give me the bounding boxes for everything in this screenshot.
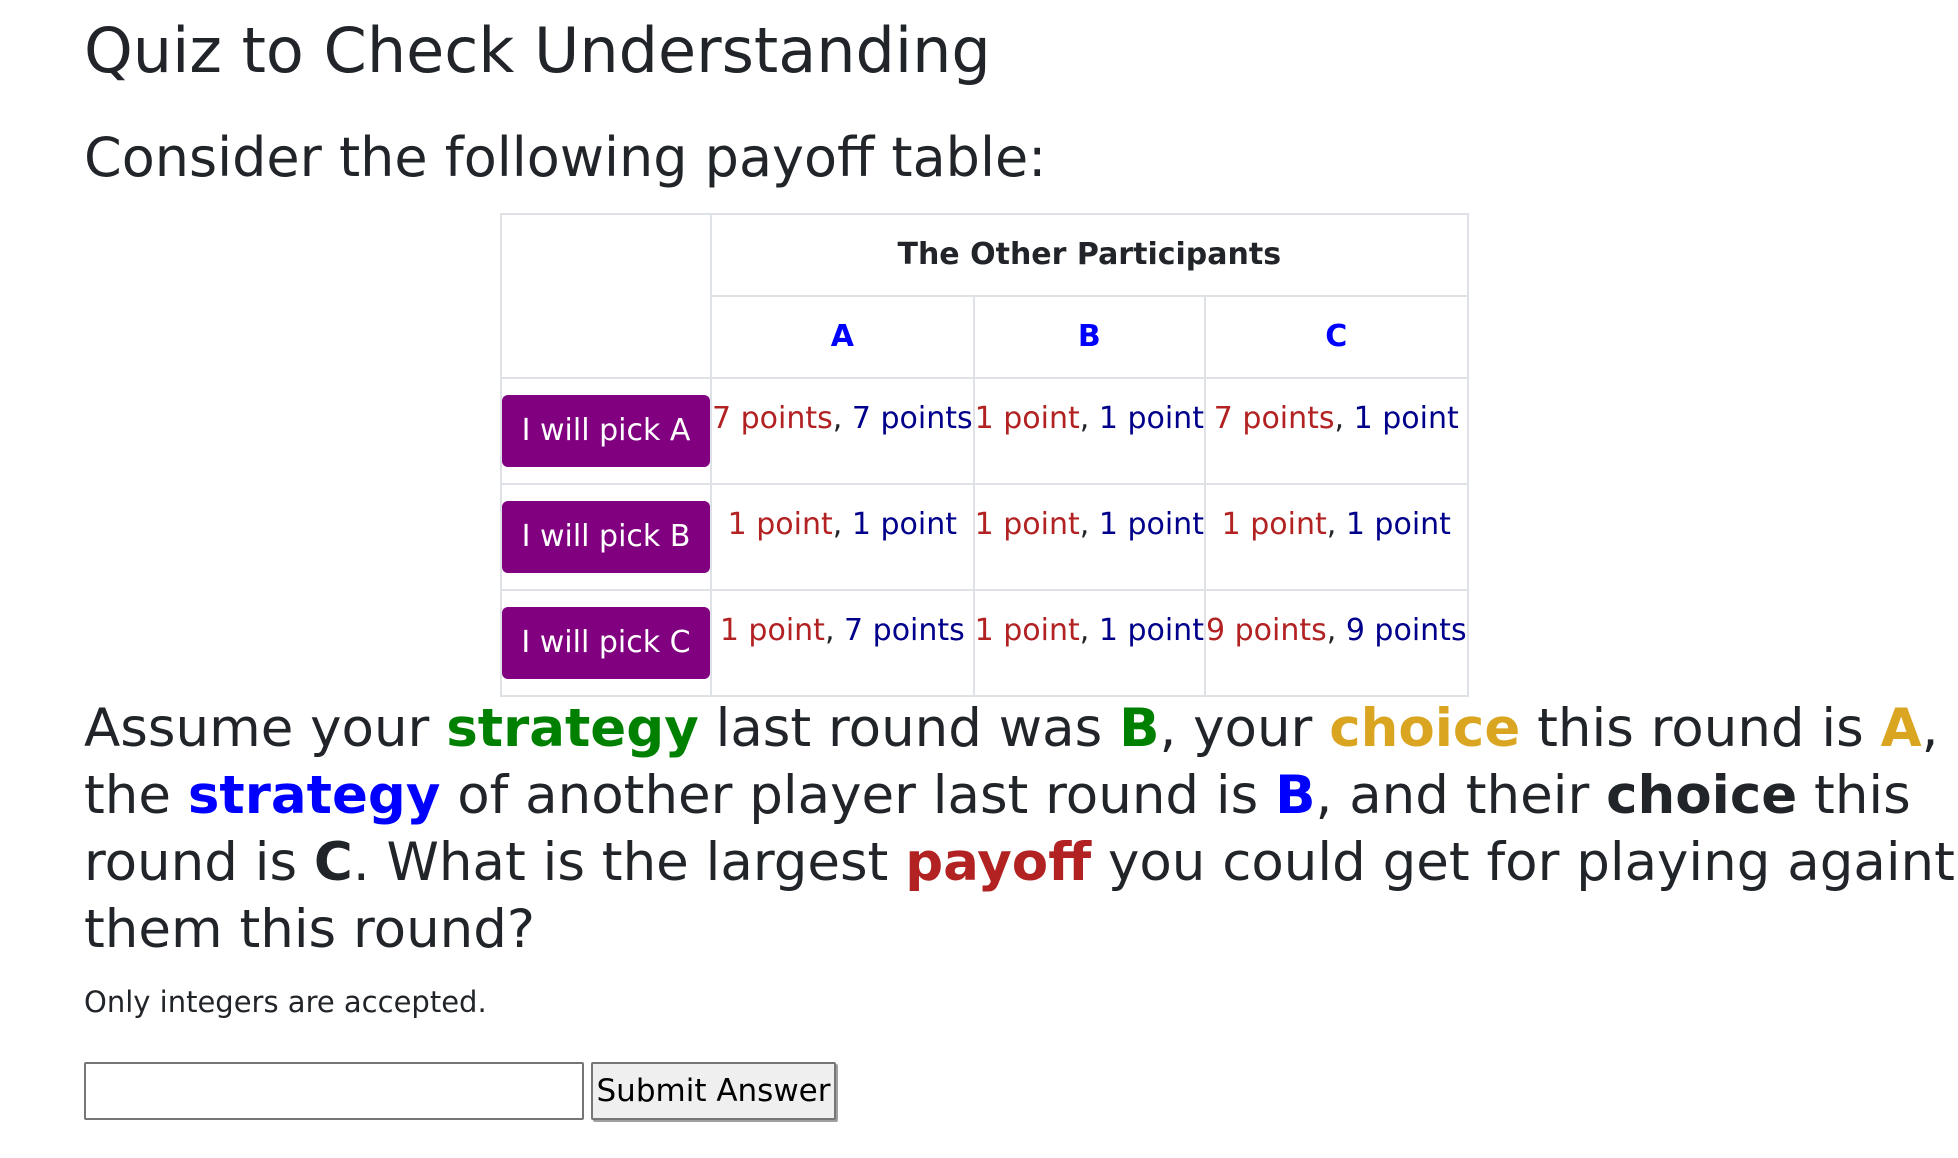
corner-cell (500, 213, 712, 379)
payoff-separator: , (1079, 401, 1099, 436)
my-strategy-value: B (1119, 698, 1160, 759)
payoff-separator: , (832, 401, 852, 436)
table-header-row: The Other Participants (500, 213, 1469, 379)
payoff-separator: , (824, 613, 845, 648)
table-row: I will pick C 1 point, 7 points 1 point,… (500, 589, 1469, 697)
question-fragment: this round is (1520, 698, 1881, 759)
my-payoff: 1 point (974, 507, 1080, 542)
their-choice-keyword: choice (1606, 765, 1798, 826)
my-payoff: 1 point (974, 613, 1080, 648)
submit-answer-button[interactable]: Submit Answer (591, 1062, 836, 1120)
my-choice-value: A (1880, 698, 1922, 759)
payoff-cell: 1 point, 1 point (710, 483, 975, 591)
question-fragment: last round was (698, 698, 1120, 759)
question-fragment: , and their (1315, 765, 1607, 826)
my-choice-keyword: choice (1329, 698, 1521, 759)
my-payoff: 1 point (719, 613, 825, 648)
row-button-cell: I will pick C (500, 589, 712, 697)
payoff-separator: , (1079, 613, 1099, 648)
payoff-table: The Other Participants A B C I will pick… (500, 213, 1469, 697)
payoff-separator: , (1326, 507, 1346, 542)
table-row: I will pick A 7 points, 7 points 1 point… (500, 377, 1469, 485)
their-payoff: 9 points (1345, 613, 1467, 648)
integer-note: Only integers are accepted. (84, 985, 487, 1019)
my-payoff: 7 points (1213, 401, 1335, 436)
question-fragment: of another player last round is (440, 765, 1276, 826)
pick-a-button[interactable]: I will pick A (502, 395, 710, 467)
question-text: Assume your strategy last round was B, y… (84, 695, 1958, 963)
my-payoff: 7 points (712, 401, 833, 436)
column-header-c: C (1203, 295, 1469, 379)
their-payoff: 1 point (1098, 613, 1204, 648)
pick-b-button[interactable]: I will pick B (502, 501, 710, 573)
payoff-separator: , (1079, 507, 1099, 542)
payoff-cell: 9 points, 9 points (1203, 589, 1469, 697)
their-payoff: 1 point (1353, 401, 1459, 436)
column-header-b: B (972, 295, 1206, 379)
my-strategy-keyword: strategy (446, 698, 699, 759)
table-row: I will pick B 1 point, 1 point 1 point, … (500, 483, 1469, 591)
payoff-cell: 1 point, 1 point (1203, 483, 1469, 591)
page-title: Quiz to Check Understanding (84, 14, 991, 87)
their-strategy-keyword: strategy (187, 765, 441, 826)
their-payoff: 1 point (1098, 507, 1204, 542)
their-payoff: 7 points (844, 613, 965, 648)
my-payoff: 1 point (974, 401, 1080, 436)
other-participants-header: The Other Participants (710, 213, 1469, 297)
my-payoff: 1 point (1221, 507, 1327, 542)
question-fragment: , your (1159, 698, 1330, 759)
row-button-cell: I will pick A (500, 377, 712, 485)
their-payoff: 1 point (851, 507, 957, 542)
payoff-separator: , (832, 507, 852, 542)
page-subtitle: Consider the following payoff table: (84, 126, 1047, 189)
pick-c-button[interactable]: I will pick C (502, 607, 710, 679)
payoff-keyword: payoff (905, 832, 1092, 893)
their-payoff: 7 points (851, 401, 973, 436)
payoff-cell: 7 points, 7 points (710, 377, 975, 485)
question-fragment: Assume your (84, 698, 447, 759)
answer-input[interactable] (84, 1062, 584, 1120)
their-payoff: 1 point (1345, 507, 1451, 542)
their-strategy-value: B (1275, 765, 1316, 826)
their-choice-value: C (313, 832, 353, 893)
their-payoff: 1 point (1098, 401, 1204, 436)
payoff-cell: 1 point, 1 point (972, 377, 1206, 485)
payoff-cell: 1 point, 1 point (972, 483, 1206, 591)
question-fragment: . What is the largest (352, 832, 906, 893)
column-header-a: A (710, 295, 975, 379)
quiz-page: Quiz to Check Understanding Consider the… (0, 0, 1958, 1158)
payoff-separator: , (1326, 613, 1346, 648)
row-button-cell: I will pick B (500, 483, 712, 591)
payoff-separator: , (1334, 401, 1354, 436)
payoff-cell: 7 points, 1 point (1203, 377, 1469, 485)
my-payoff: 1 point (727, 507, 833, 542)
payoff-cell: 1 point, 7 points (710, 589, 975, 697)
payoff-cell: 1 point, 1 point (972, 589, 1206, 697)
my-payoff: 9 points (1205, 613, 1327, 648)
